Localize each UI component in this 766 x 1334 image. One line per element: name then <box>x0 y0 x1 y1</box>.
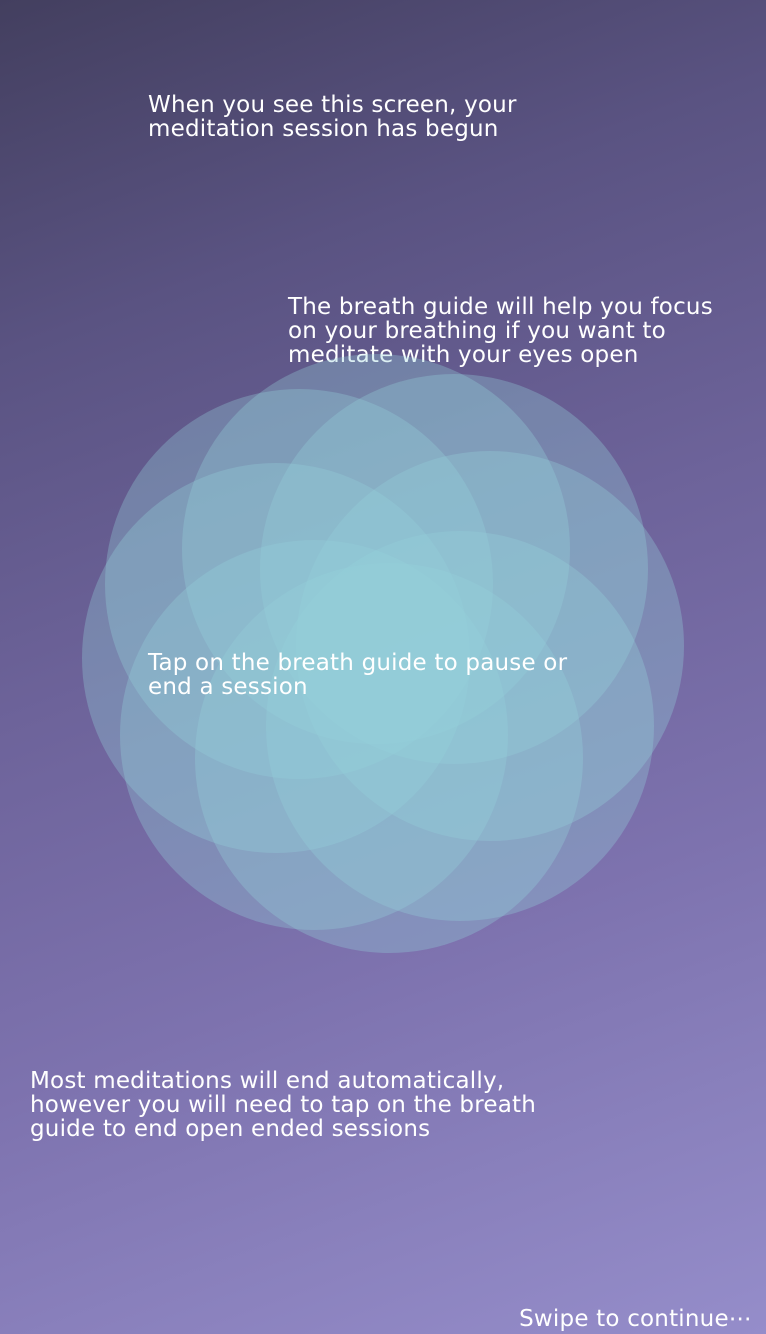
open-ended-tip: Most meditations will end automatically,… <box>30 1068 537 1142</box>
session-begun-tip: When you see this screen, your meditatio… <box>148 92 517 142</box>
tap-guide-tip: Tap on the breath guide to pause or end … <box>148 650 568 700</box>
swipe-to-continue-link[interactable]: Swipe to continue⋯ <box>519 1306 752 1332</box>
